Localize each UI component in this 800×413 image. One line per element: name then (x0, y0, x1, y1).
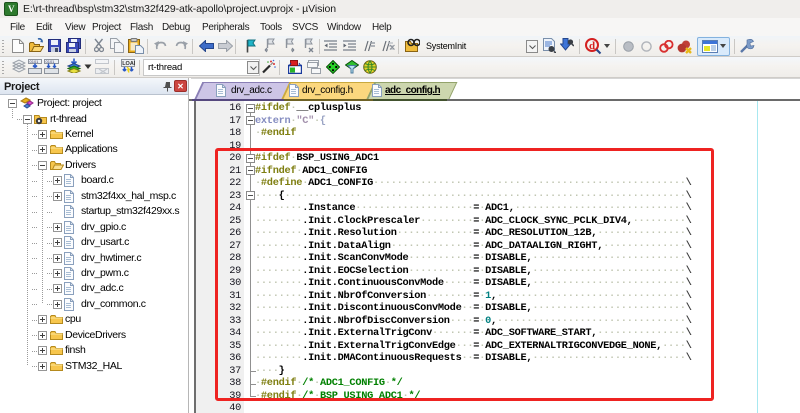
svg-text:0101: 0101 (30, 59, 40, 64)
svg-text:LOAD: LOAD (122, 61, 135, 67)
svg-text:0101: 0101 (46, 59, 56, 64)
svg-text:d: d (589, 40, 595, 52)
